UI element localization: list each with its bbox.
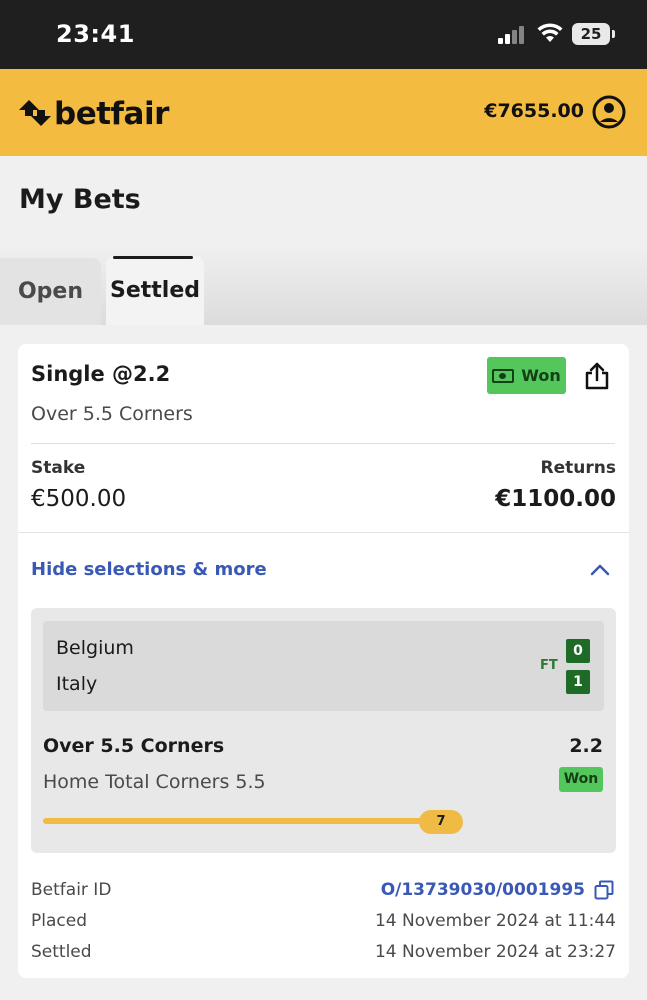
tab-settled[interactable]: Settled — [106, 256, 204, 325]
betfair-id-value[interactable]: O/13739030/0001995 — [300, 880, 585, 900]
home-team: Belgium — [56, 637, 134, 659]
divider — [18, 532, 629, 533]
settled-value: 14 November 2024 at 23:27 — [374, 942, 616, 962]
tab-open[interactable]: Open — [0, 258, 101, 325]
scoreboard — [43, 621, 604, 711]
hide-selections-toggle[interactable]: Hide selections & more — [31, 559, 267, 580]
betfair-id-label: Betfair ID — [31, 880, 112, 900]
corners-progress-value: 7 — [419, 810, 463, 834]
brand-logo[interactable]: betfair — [19, 94, 169, 134]
away-score: 1 — [566, 670, 590, 694]
account-icon[interactable] — [592, 95, 626, 129]
brand-name: betfair — [54, 96, 169, 132]
account-balance[interactable]: €7655.00 — [430, 100, 584, 122]
returns-label: Returns — [540, 458, 616, 478]
bet-status-badge: Won — [487, 357, 566, 394]
bet-status-label: Won — [521, 366, 561, 385]
stake-value: €500.00 — [31, 486, 127, 512]
divider — [31, 443, 615, 444]
wifi-icon — [537, 23, 563, 42]
settled-label: Settled — [31, 942, 92, 962]
corners-progress-bar — [43, 818, 443, 824]
selection-result-badge: Won — [559, 767, 603, 792]
away-team: Italy — [56, 673, 98, 695]
copy-icon[interactable] — [594, 880, 614, 900]
home-score: 0 — [566, 639, 590, 663]
selection-description: Home Total Corners 5.5 — [43, 771, 266, 793]
placed-value: 14 November 2024 at 11:44 — [374, 911, 616, 931]
status-time: 23:41 — [56, 20, 135, 48]
active-tab-indicator — [113, 256, 193, 259]
selection-market: Over 5.5 Corners — [43, 735, 225, 757]
bet-title: Single @2.2 — [31, 362, 171, 386]
match-period: FT — [540, 658, 558, 673]
page-title: My Bets — [19, 184, 141, 215]
battery-tip — [612, 30, 615, 38]
chevron-up-icon[interactable] — [589, 561, 611, 577]
selection-odds: 2.2 — [569, 735, 603, 757]
stake-label: Stake — [31, 458, 86, 478]
placed-label: Placed — [31, 911, 87, 931]
cash-icon — [492, 368, 515, 383]
battery-level: 25 — [580, 25, 602, 43]
betfair-logo-icon — [19, 100, 51, 126]
status-bar: 23:41 25 — [0, 0, 647, 69]
share-icon[interactable] — [582, 361, 612, 391]
signal-icon — [498, 26, 528, 44]
returns-value: €1100.00 — [495, 486, 616, 512]
bet-market: Over 5.5 Corners — [31, 403, 193, 425]
battery-icon: 25 — [572, 23, 610, 45]
